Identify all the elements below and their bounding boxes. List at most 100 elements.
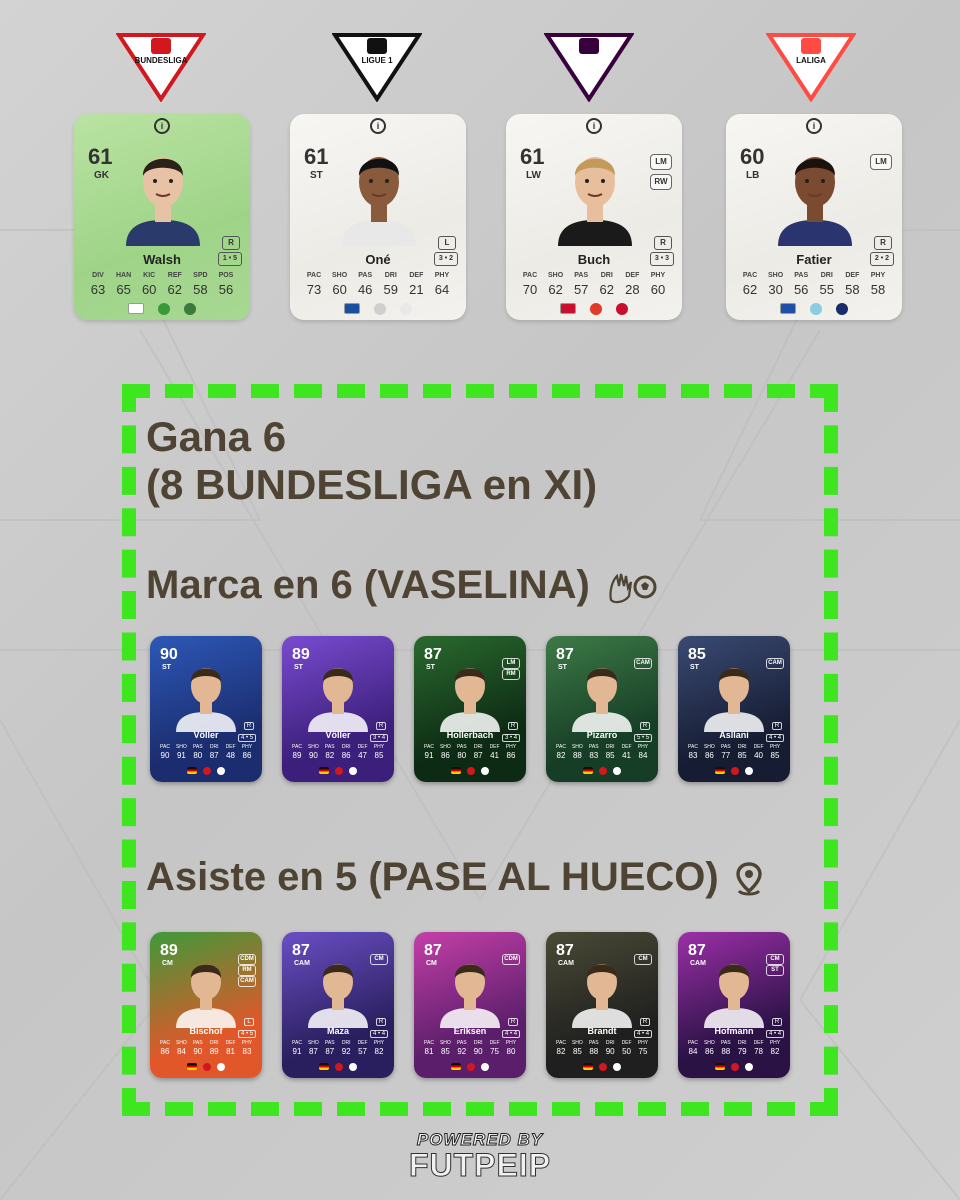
card-position: LB — [746, 170, 760, 181]
stat-label: PAS — [720, 1040, 731, 1046]
card-badges — [290, 303, 466, 315]
stat-value: 91 — [176, 751, 186, 760]
preferred-foot: R — [772, 1018, 782, 1026]
stat-value: 62 — [167, 282, 183, 297]
card-rating: 90 — [160, 646, 178, 663]
card-rating: 87 — [292, 942, 310, 959]
stat-label: PAC — [160, 744, 170, 750]
player-card[interactable]: 87 CAM CM R Brandt 4 • 4 PAC SHO PAS DRI DEF… — [546, 932, 658, 1078]
preferred-foot: R — [640, 722, 650, 730]
preferred-foot: R — [640, 1018, 650, 1026]
club-crest-icon — [613, 767, 621, 775]
brand-name: FUTPEIP — [408, 1147, 552, 1183]
stat-value: 84 — [688, 1047, 698, 1056]
stat-value: 83 — [589, 751, 599, 760]
stat-label: PAS — [324, 744, 335, 750]
stat-value: 86 — [506, 751, 516, 760]
hand-ball-icon — [609, 574, 657, 604]
player-card[interactable]: 89 ST R Völler 3 • 4 PAC SHO PAS DRI DEF PHY … — [282, 636, 394, 782]
nation-flag-icon — [451, 1063, 461, 1070]
club-crest-icon — [613, 1063, 621, 1071]
stat-labels: PAC SHO PAS DRI DEF PHY — [422, 1040, 518, 1046]
stat-value: 86 — [440, 751, 450, 760]
player-card[interactable]: 87 ST CAM R Pizarro 5 • 5 PAC SHO PAS DRI DE… — [546, 636, 658, 782]
stat-labels: PAC SHO PAS DRI DEF PHY — [158, 744, 254, 750]
stat-value: 63 — [90, 282, 106, 297]
stat-value: 88 — [572, 751, 582, 760]
club-crest-icon — [217, 767, 225, 775]
stat-value: 40 — [754, 751, 764, 760]
skill-weak-foot: 3 • 4 — [502, 734, 520, 742]
stat-value: 57 — [358, 1047, 368, 1056]
player-photo — [440, 964, 500, 1028]
card-badges — [74, 303, 250, 315]
nation-flag-icon — [715, 767, 725, 774]
card-position: CAM — [690, 960, 706, 967]
card-badges — [546, 767, 658, 775]
objective-score-title: Marca en 6 (VASELINA) — [146, 563, 657, 608]
stat-value: 85 — [374, 751, 384, 760]
stat-label: DRI — [473, 1040, 483, 1046]
player-card[interactable]: i 60 LB LM R Fatier 2 • 2 PAC SHO PAS DRI DE… — [726, 114, 902, 320]
stat-label: PAC — [556, 744, 566, 750]
card-rating: 87 — [424, 646, 442, 663]
stat-value: 82 — [556, 1047, 566, 1056]
stat-value: 56 — [218, 282, 234, 297]
player-photo — [308, 964, 368, 1028]
stat-labels: PAC SHO PAS DRI DEF PHY — [686, 1040, 782, 1046]
alt-position: CM — [766, 954, 784, 965]
alt-position: ST — [766, 965, 784, 976]
stat-value: 82 — [374, 1047, 384, 1056]
stat-label: PHY — [650, 272, 666, 279]
player-card[interactable]: 87 CAM CM R Maza 4 • 4 PAC SHO PAS DRI DEF PH… — [282, 932, 394, 1078]
player-photo — [572, 668, 632, 732]
player-card[interactable]: 87 ST LM RM R Hollerbach 3 • 4 PAC SHO PAS D… — [414, 636, 526, 782]
stat-label: PAS — [574, 272, 589, 279]
player-card[interactable]: 87 CM CDM R Eriksen 4 • 4 PAC SHO PAS DRI DE… — [414, 932, 526, 1078]
player-photo — [704, 668, 764, 732]
stat-value: 75 — [638, 1047, 648, 1056]
stat-value: 88 — [589, 1047, 599, 1056]
skill-weak-foot: 4 • 4 — [766, 1030, 784, 1038]
league-icon — [731, 767, 739, 775]
card-rating: 60 — [740, 144, 765, 169]
stat-labels: PAC SHO PAS DRI DEF PHY — [554, 744, 650, 750]
alt-position: RM — [238, 965, 256, 976]
player-card[interactable]: i 61 LW LM RW R Buch 3 • 3 PAC SHO PAS DRI DE… — [506, 114, 682, 320]
stat-label: SHO — [307, 744, 319, 750]
card-position: LW — [526, 170, 541, 181]
stat-value: 82 — [556, 751, 566, 760]
stat-label: PAC — [742, 272, 758, 279]
stat-label: PAS — [358, 272, 373, 279]
stat-value: 84 — [638, 751, 648, 760]
stat-value: 85 — [572, 1047, 582, 1056]
player-card[interactable]: i 61 GK R Walsh 1 • 5 DIV HAN KIC REF SPD POS… — [74, 114, 250, 320]
stat-label: PAC — [292, 1040, 302, 1046]
player-photo — [176, 964, 236, 1028]
player-card[interactable]: 87 CAM CM ST R Hofmann 4 • 4 PAC SHO PAS DRI… — [678, 932, 790, 1078]
club-crest-icon — [745, 767, 753, 775]
stat-value: 70 — [522, 282, 538, 297]
stat-label: SPD — [193, 272, 208, 279]
league-icon — [599, 767, 607, 775]
stat-label: DEF — [357, 1040, 368, 1046]
stat-value: 89 — [209, 1047, 219, 1056]
skill-weak-foot: 4 • 4 — [766, 734, 784, 742]
stat-label: DRI — [605, 744, 615, 750]
stat-label: DEF — [225, 1040, 236, 1046]
card-position: CAM — [294, 960, 310, 967]
nation-flag-icon — [583, 767, 593, 774]
stat-label: DIV — [92, 272, 104, 279]
player-card[interactable]: 85 ST CAM R Asllani 4 • 4 PAC SHO PAS DRI DE… — [678, 636, 790, 782]
player-card[interactable]: i 61 ST L Oné 3 • 2 PAC SHO PAS DRI DEF PHY 7… — [290, 114, 466, 320]
league-icon — [203, 1063, 211, 1071]
stat-value: 82 — [325, 751, 335, 760]
card-rating: 89 — [160, 942, 178, 959]
player-card[interactable]: 90 ST R Völler 4 • 5 PAC SHO PAS DRI DEF PHY … — [150, 636, 262, 782]
player-photo — [704, 964, 764, 1028]
stat-value: 47 — [358, 751, 368, 760]
stat-labels: PAC SHO PAS DRI DEF PHY — [158, 1040, 254, 1046]
stat-values: 91 86 80 87 41 86 — [422, 751, 518, 760]
stat-value: 86 — [160, 1047, 170, 1056]
player-card[interactable]: 89 CM CDM RM CAM L Bischof 4 • 5 PAC SHO PAS… — [150, 932, 262, 1078]
